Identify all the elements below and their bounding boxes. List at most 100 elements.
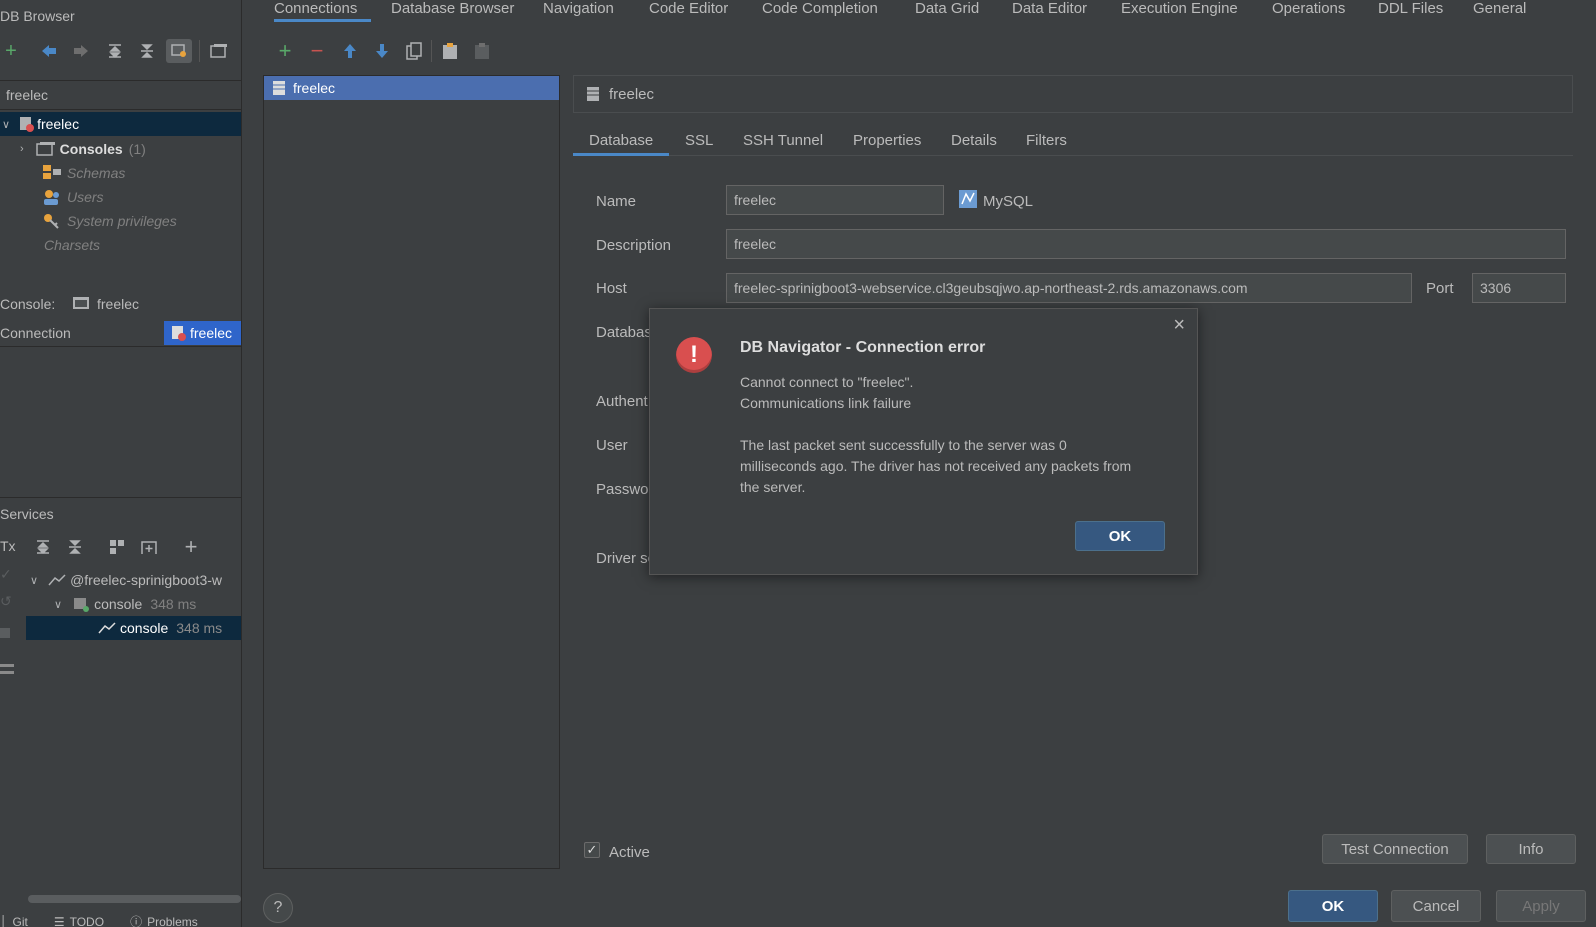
chevron-down-icon[interactable]: ∨ (30, 574, 38, 587)
tab-database-browser[interactable]: Database Browser (391, 0, 514, 22)
db-browser-panel: DB Browser + freelec ∨ freelec › Console… (0, 0, 242, 927)
side-actions: ✓ ↺ (0, 566, 14, 674)
console-value[interactable]: freelec (97, 296, 139, 312)
host-field[interactable]: freelec-sprinigboot3-webservice.cl3geubs… (726, 273, 1412, 303)
tree-item-schemas[interactable]: Schemas (42, 161, 125, 185)
forward-arrow-icon[interactable] (70, 40, 92, 62)
tree-item-users[interactable]: Users (42, 185, 104, 209)
dialog-message: Cannot connect to "freelec". Communicati… (740, 372, 1131, 498)
tab-data-grid[interactable]: Data Grid (915, 0, 979, 22)
connection-list: freelec (263, 75, 560, 869)
chevron-right-icon[interactable]: › (20, 143, 24, 155)
new-tab-icon[interactable] (138, 536, 160, 558)
dialog-ok-button[interactable]: OK (1075, 521, 1165, 551)
info-circle-icon: ⓘ (130, 915, 143, 927)
panel-title: DB Browser (0, 8, 75, 24)
expand-all-icon[interactable] (32, 536, 54, 558)
remove-connection-icon[interactable]: − (306, 38, 328, 63)
tx-label[interactable]: Tx (0, 538, 16, 554)
service-console-group[interactable]: ∨ console 348 ms (54, 592, 196, 616)
help-button[interactable]: ? (263, 893, 293, 923)
message-line-1: Cannot connect to "freelec". (740, 374, 914, 390)
list-icon: ☰ (53, 914, 65, 927)
tab-execution-engine[interactable]: Execution Engine (1121, 0, 1238, 22)
database-icon (273, 81, 285, 95)
window-icon[interactable] (208, 40, 230, 62)
copy-icon[interactable] (403, 40, 425, 62)
paste-icon[interactable] (439, 40, 461, 62)
horizontal-scrollbar[interactable] (28, 895, 241, 903)
problems-tab[interactable]: ⓘ Problems (130, 913, 198, 927)
tab-navigation[interactable]: Navigation (543, 0, 614, 22)
chevron-down-icon[interactable]: ∨ (54, 598, 62, 611)
subtab-filters[interactable]: Filters (1026, 132, 1067, 154)
name-field[interactable]: freelec (726, 185, 944, 215)
close-icon[interactable]: × (1173, 315, 1185, 335)
add-connection-icon[interactable]: + (274, 38, 296, 63)
git-branch-icon: │ (0, 914, 8, 927)
tab-data-editor[interactable]: Data Editor (1012, 0, 1087, 22)
connection-list-item-label: freelec (293, 80, 336, 96)
connection-line-icon (48, 573, 66, 587)
move-up-icon[interactable] (339, 40, 361, 62)
problems-tab-label: Problems (147, 914, 198, 927)
tree-item-consoles[interactable]: › Consoles (1) (20, 137, 146, 161)
chevron-down-icon[interactable]: ∨ (2, 118, 10, 131)
message-line-2: Communications link failure (740, 395, 912, 411)
test-connection-button[interactable]: Test Connection (1322, 834, 1468, 864)
stop-icon[interactable] (0, 628, 10, 638)
system-privileges-label: System privileges (67, 213, 177, 229)
message-line-5: the server. (740, 479, 806, 495)
undo-icon[interactable]: ↺ (0, 593, 14, 610)
collapse-all-icon[interactable] (64, 536, 86, 558)
git-tab-label: Git (12, 914, 28, 927)
git-tab[interactable]: │ Git (0, 913, 28, 927)
todo-tab[interactable]: ☰ TODO (54, 913, 104, 927)
apply-button[interactable]: Apply (1496, 890, 1586, 922)
active-checkbox[interactable]: ✓ (584, 842, 600, 858)
info-button[interactable]: Info (1486, 834, 1576, 864)
subtab-database[interactable]: Database (573, 132, 670, 156)
dialog-title: DB Navigator - Connection error (740, 339, 986, 356)
connection-line-icon (98, 621, 116, 635)
users-label: Users (67, 189, 104, 205)
layout-icon[interactable] (0, 664, 14, 674)
add-icon[interactable]: + (0, 40, 22, 62)
check-icon[interactable]: ✓ (0, 566, 14, 583)
tab-ddl-files[interactable]: DDL Files (1378, 0, 1443, 22)
port-field[interactable]: 3306 (1472, 273, 1566, 303)
clipboard-icon[interactable] (471, 40, 493, 62)
tree-item-freelec[interactable]: ∨ freelec (0, 112, 241, 136)
connection-list-item[interactable]: freelec (264, 76, 559, 100)
subtab-properties[interactable]: Properties (853, 132, 921, 154)
tab-code-editor[interactable]: Code Editor (649, 0, 728, 22)
tab-general[interactable]: General (1473, 0, 1526, 22)
connection-filter[interactable]: freelec (0, 80, 241, 110)
cancel-button[interactable]: Cancel (1391, 890, 1481, 922)
tab-operations[interactable]: Operations (1272, 0, 1345, 22)
connection-value[interactable]: freelec (164, 321, 241, 345)
active-label: Active (609, 844, 650, 861)
authentication-label: Authent (596, 393, 648, 410)
collapse-all-icon[interactable] (136, 40, 158, 62)
subtab-ssl[interactable]: SSL (685, 132, 713, 154)
tree-item-system-privileges[interactable]: System privileges (42, 209, 177, 233)
subtab-ssh-tunnel[interactable]: SSH Tunnel (743, 132, 823, 154)
console-group-label: console (94, 596, 143, 612)
expand-all-icon[interactable] (104, 40, 126, 62)
tab-code-completion[interactable]: Code Completion (762, 0, 878, 22)
service-root[interactable]: ∨ @freelec-sprinigboot3-w (30, 568, 222, 592)
schemas-icon (42, 164, 62, 182)
ok-button[interactable]: OK (1288, 890, 1378, 922)
description-field[interactable]: freelec (726, 229, 1566, 259)
move-down-icon[interactable] (371, 40, 393, 62)
group-icon[interactable] (106, 536, 128, 558)
settings-toggle-icon[interactable] (166, 39, 192, 63)
service-console-item[interactable]: console 348 ms (26, 616, 241, 640)
subtab-details[interactable]: Details (951, 132, 997, 154)
add-service-icon[interactable]: + (180, 534, 202, 559)
tree-item-charsets[interactable]: Charsets (44, 233, 100, 257)
back-arrow-icon[interactable] (38, 40, 60, 62)
users-icon (42, 188, 62, 206)
tab-connections[interactable]: Connections (274, 0, 371, 22)
